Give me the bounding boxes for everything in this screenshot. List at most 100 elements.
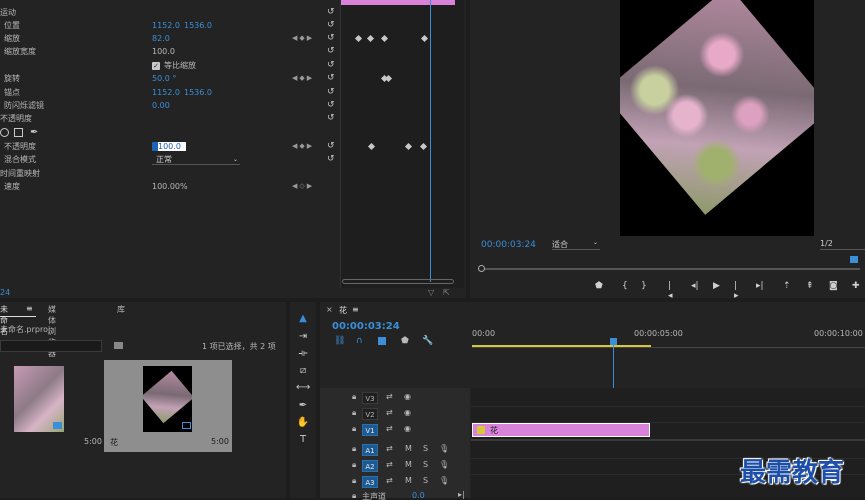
hand-tool-icon[interactable]: ✋ <box>296 416 310 430</box>
lock-icon[interactable]: 🔒︎ <box>352 476 356 486</box>
resolution-select[interactable]: 1/2 <box>820 239 865 250</box>
microphone-icon[interactable]: 🎙︎ <box>439 460 449 469</box>
lock-icon[interactable]: 🔒︎ <box>352 424 356 434</box>
solo-button[interactable]: S <box>423 444 428 453</box>
add-marker-icon[interactable]: ⬟ <box>401 336 409 346</box>
lock-icon[interactable]: 🔒︎ <box>352 460 356 470</box>
keyframe-nav-icon[interactable]: ◀◇▶ <box>292 180 314 193</box>
track-select-tool-icon[interactable]: ⇥ <box>296 330 310 344</box>
scale-value[interactable]: 82.0 <box>152 32 170 45</box>
type-tool-icon[interactable]: T <box>296 433 310 447</box>
reset-icon[interactable]: ↺ <box>327 19 335 32</box>
sync-icon[interactable]: ⇄ <box>386 408 393 417</box>
razor-tool-icon[interactable]: ⧄ <box>296 364 310 378</box>
project-item-selected[interactable]: 花 5:00 <box>104 360 232 452</box>
keyframe-nav-icon[interactable]: ◀◆▶ <box>292 32 314 45</box>
track-name[interactable]: V3 <box>362 392 378 404</box>
export-icon[interactable]: ⇱ <box>443 288 450 297</box>
work-area-bar[interactable] <box>472 345 651 347</box>
reset-icon[interactable]: ↺ <box>327 45 335 58</box>
lock-icon[interactable]: 🔒︎ <box>352 444 356 454</box>
filter-icon[interactable]: ▽ <box>428 288 434 297</box>
keyframe-nav-icon[interactable]: ◀◆▶ <box>292 140 314 153</box>
sync-icon[interactable]: ⇄ <box>386 392 393 401</box>
microphone-icon[interactable]: 🎙︎ <box>439 444 449 453</box>
ripple-edit-tool-icon[interactable]: ⟛ <box>296 347 310 361</box>
linked-select-icon[interactable] <box>378 337 386 345</box>
anchor-x[interactable]: 1152.0 <box>152 86 180 99</box>
microphone-icon[interactable]: 🎙︎ <box>439 476 449 485</box>
lock-icon[interactable]: 🔒︎ <box>352 491 356 500</box>
reset-icon[interactable]: ↺ <box>327 72 335 85</box>
timeline-timecode[interactable]: 00:00:03:24 <box>332 321 400 332</box>
project-search-input[interactable] <box>0 340 102 352</box>
eye-icon[interactable]: ◉ <box>404 408 411 417</box>
rotation-value[interactable]: 50.0 ° <box>152 72 176 85</box>
reset-icon[interactable]: ↺ <box>327 153 335 166</box>
mute-button[interactable]: M <box>405 444 412 453</box>
position-y[interactable]: 1536.0 <box>184 19 212 32</box>
pen-mask-icon[interactable]: ✒ <box>30 126 38 139</box>
master-value[interactable]: 0.0 <box>412 491 425 500</box>
eye-icon[interactable]: ◉ <box>404 424 411 433</box>
timeline-tab[interactable]: 花 <box>339 305 347 316</box>
project-item[interactable]: 5:00 <box>0 360 102 452</box>
solo-button[interactable]: S <box>423 460 428 469</box>
reset-icon[interactable]: ↺ <box>327 6 335 19</box>
fit-select[interactable]: 适合 ⌄ <box>552 239 600 250</box>
track-name[interactable]: A3 <box>362 476 378 488</box>
sync-icon[interactable]: ⇄ <box>386 424 393 433</box>
mute-button[interactable]: M <box>405 476 412 485</box>
reset-icon[interactable]: ↺ <box>327 140 335 153</box>
keyframe-nav-icon[interactable]: ◀◆▶ <box>292 72 314 85</box>
lock-icon[interactable]: 🔒︎ <box>352 392 356 402</box>
sync-icon[interactable]: ⇄ <box>386 476 393 485</box>
reset-icon[interactable]: ↺ <box>327 59 335 72</box>
tab-libraries[interactable]: 库 <box>117 304 125 315</box>
track-divider-va[interactable] <box>471 439 865 441</box>
anchor-y[interactable]: 1536.0 <box>184 86 212 99</box>
reset-icon[interactable]: ↺ <box>327 99 335 112</box>
pen-tool-icon[interactable]: ✒ <box>296 399 310 413</box>
track-divider <box>471 406 865 407</box>
timeline-close-icon[interactable]: × <box>326 305 333 314</box>
selection-tool-icon[interactable]: ▲ <box>296 312 310 326</box>
ellipse-mask-icon[interactable] <box>0 128 9 137</box>
reset-icon[interactable]: ↺ <box>327 32 335 45</box>
position-x[interactable]: 1152.0 <box>152 19 180 32</box>
track-name[interactable]: A2 <box>362 460 378 472</box>
keyframe-area[interactable] <box>340 0 464 288</box>
playhead-handle[interactable] <box>610 338 617 345</box>
scrubber-start-handle[interactable] <box>478 265 485 272</box>
uniform-scale-checkbox[interactable]: ✓ <box>152 62 160 70</box>
eye-icon[interactable]: ◉ <box>404 392 411 401</box>
video-frame[interactable] <box>620 0 814 236</box>
sync-icon[interactable]: ⇄ <box>386 460 393 469</box>
monitor-scrubber[interactable] <box>480 268 860 270</box>
settings-icon[interactable] <box>850 256 858 263</box>
opacity-value-input[interactable]: 100.0 <box>152 142 186 151</box>
track-name[interactable]: V2 <box>362 408 378 420</box>
snap-icon[interactable]: ∩ <box>356 336 363 346</box>
wrench-icon[interactable]: 🔧 <box>422 336 433 346</box>
effect-timeline-scrollbar[interactable] <box>342 279 454 284</box>
track-name[interactable]: A1 <box>362 444 378 456</box>
rectangle-mask-icon[interactable] <box>14 128 23 137</box>
antiflicker-value[interactable]: 0.00 <box>152 99 170 112</box>
scale-width-value[interactable]: 100.0 <box>152 45 175 58</box>
track-name[interactable]: V1 <box>362 424 378 436</box>
blend-mode-select[interactable]: 正常 ⌄ <box>152 154 240 165</box>
slip-tool-icon[interactable]: ⟷ <box>296 381 310 395</box>
new-bin-icon[interactable] <box>114 342 123 349</box>
tab-menu-icon[interactable]: ≡ <box>352 305 359 314</box>
reset-icon[interactable]: ↺ <box>327 86 335 99</box>
tab-menu-icon[interactable]: ≡ <box>26 304 33 313</box>
reset-icon[interactable]: ↺ <box>327 112 335 125</box>
nest-icon[interactable]: ⛓ <box>334 336 345 346</box>
sync-icon[interactable]: ⇄ <box>386 444 393 453</box>
lock-icon[interactable]: 🔒︎ <box>352 408 356 418</box>
mute-button[interactable]: M <box>405 460 412 469</box>
timeline-clip[interactable]: 花 <box>472 423 650 437</box>
program-timecode[interactable]: 00:00:03:24 <box>481 240 536 250</box>
solo-button[interactable]: S <box>423 476 428 485</box>
